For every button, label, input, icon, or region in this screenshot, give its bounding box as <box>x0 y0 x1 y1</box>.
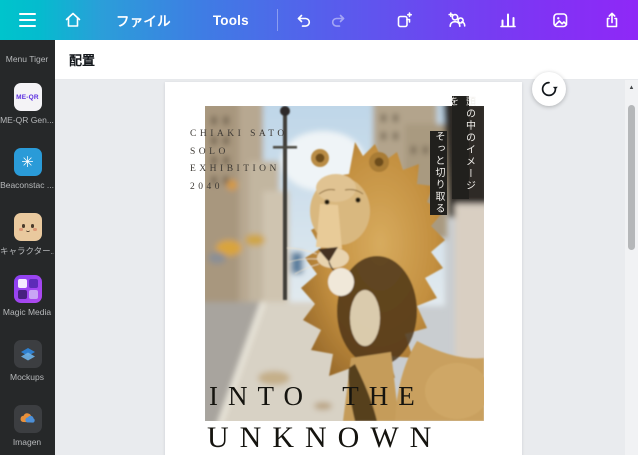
home-icon <box>63 10 83 30</box>
sidebar-item-character[interactable]: キャラクター... <box>0 213 55 257</box>
poster-title-line2[interactable]: UNKNOWN <box>207 423 442 453</box>
poster-credit-text[interactable]: CHIAKI SATO SOLO EXHIBITION 2040 <box>190 126 288 196</box>
mockups-app-icon <box>14 340 42 368</box>
sidebar-item-label: Imagen <box>0 437 54 447</box>
vertical-scrollbar[interactable]: ▲ <box>625 80 638 455</box>
canvas-workspace[interactable]: CHIAKI SATO SOLO EXHIBITION 2040 頭の中のイメー… <box>55 80 625 455</box>
home-button[interactable] <box>56 4 90 36</box>
image-icon <box>550 10 570 30</box>
sidebar-item-label: Magic Media <box>0 307 54 317</box>
hamburger-menu-button[interactable] <box>10 4 44 36</box>
arrange-button[interactable]: 配置 <box>69 50 95 69</box>
share-upload-icon <box>602 10 622 30</box>
design-page[interactable]: CHIAKI SATO SOLO EXHIBITION 2040 頭の中のイメー… <box>165 82 522 455</box>
magic-media-app-icon <box>14 275 42 303</box>
topbar-right-actions <box>390 4 626 36</box>
sidebar-item-label: Menu Tiger <box>0 54 54 64</box>
credit-line: 2040 <box>190 179 288 197</box>
rotate-icon <box>539 79 559 99</box>
credit-line: EXHIBITION <box>190 161 288 179</box>
tools-menu-button[interactable]: Tools <box>203 4 259 36</box>
sidebar-item-label: Mockups <box>0 372 54 382</box>
file-menu-button[interactable]: ファイル <box>106 4 181 36</box>
beaconstac-app-icon: ✳ <box>14 148 42 176</box>
undo-icon <box>293 10 313 30</box>
redo-icon <box>329 10 349 30</box>
credit-line: CHIAKI SATO <box>190 126 288 144</box>
sidebar-item-label: ME-QR Gen... <box>0 115 54 125</box>
sidebar-item-mockups[interactable]: Mockups <box>0 340 55 382</box>
topbar: ファイル Tools <box>0 0 638 40</box>
sidebar-item-beaconstac[interactable]: ✳ Beaconstac ... <box>0 148 55 190</box>
imagen-app-icon <box>14 405 42 433</box>
magic-resize-button[interactable] <box>390 4 418 36</box>
sidebar-item-label: Beaconstac ... <box>0 180 54 190</box>
toolbar-divider <box>277 9 278 31</box>
design-editor-window: ファイル Tools <box>0 0 638 455</box>
scroll-up-arrow[interactable]: ▲ <box>625 85 638 91</box>
scrollbar-thumb[interactable] <box>628 105 635 250</box>
add-people-icon <box>446 10 467 30</box>
media-button[interactable] <box>546 4 574 36</box>
redo-button[interactable] <box>324 4 354 36</box>
invite-members-button[interactable] <box>442 4 470 36</box>
rotate-button[interactable] <box>532 72 566 106</box>
insights-button[interactable] <box>494 4 522 36</box>
poster-vertical-text-left[interactable]: そっと切り取る <box>430 131 447 215</box>
sidebar-item-magic-media[interactable]: Magic Media <box>0 275 55 317</box>
sidebar-item-imagen[interactable]: Imagen <box>0 405 55 447</box>
sidebar-item-menu-tiger[interactable]: Menu Tiger <box>0 50 55 64</box>
credit-line: SOLO <box>190 144 288 162</box>
bar-chart-icon <box>498 10 518 30</box>
poster-title-line1[interactable]: INTO THE <box>209 383 425 410</box>
sidebar-item-label: キャラクター... <box>0 245 54 257</box>
sidebar-item-me-qr[interactable]: ME-QR ME-QR Gen... <box>0 83 55 125</box>
character-app-icon <box>14 213 42 241</box>
me-qr-app-icon: ME-QR <box>14 83 42 111</box>
magic-resize-icon <box>394 10 414 30</box>
share-button[interactable] <box>598 4 626 36</box>
undo-button[interactable] <box>288 4 318 36</box>
apps-sidebar: Menu Tiger ME-QR ME-QR Gen... ✳ Beaconst… <box>0 40 55 455</box>
poster-vertical-text-right[interactable]: 頭の中のイメージを <box>452 96 469 199</box>
